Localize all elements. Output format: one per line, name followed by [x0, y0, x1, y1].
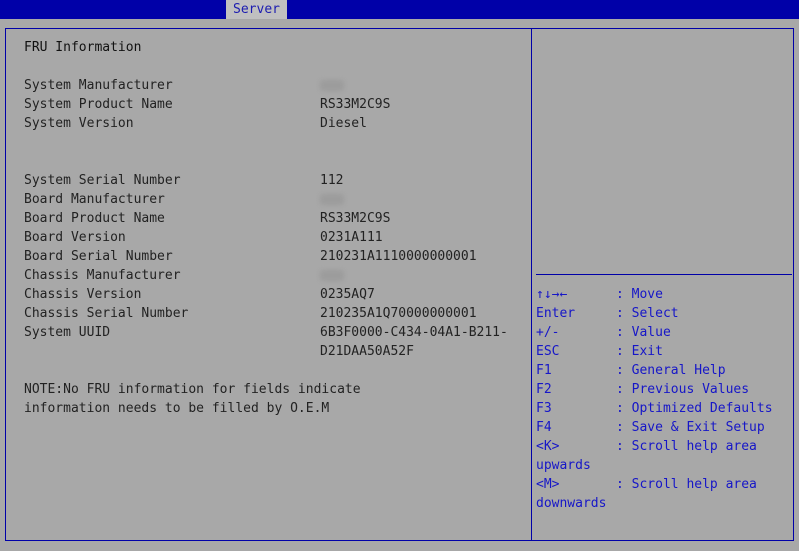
help-key-general-help: F1	[536, 363, 552, 378]
field-value-board-serial-number: 210231A1110000000001	[320, 249, 477, 264]
masked-value	[320, 80, 344, 91]
help-desc-save-exit: : Save & Exit Setup	[616, 420, 765, 435]
note-line-1: NOTE:No FRU information for fields indic…	[24, 382, 361, 397]
field-label-system-serial-number: System Serial Number	[24, 173, 181, 188]
help-key-scroll-down: <M>	[536, 477, 560, 492]
panel-divider	[531, 28, 532, 541]
help-separator	[536, 274, 792, 275]
help-key-optimized-defaults: F3	[536, 401, 552, 416]
masked-value	[320, 194, 344, 205]
help-key-value: +/-	[536, 325, 560, 340]
note-line-2: information needs to be filled by O.E.M	[24, 401, 330, 416]
help-key-select: Enter	[536, 306, 576, 321]
section-title: FRU Information	[24, 40, 142, 55]
field-label-board-product-name: Board Product Name	[24, 211, 165, 226]
help-desc-scroll-down: : Scroll help area	[616, 477, 757, 492]
field-label-board-manufacturer: Board Manufacturer	[24, 192, 165, 207]
field-value-system-product-name: RS33M2C9S	[320, 97, 391, 112]
field-label-system-uuid: System UUID	[24, 325, 111, 340]
field-value-system-serial-number: 112	[320, 173, 344, 188]
help-desc-previous-values: : Previous Values	[616, 382, 750, 397]
help-desc-general-help: : General Help	[616, 363, 726, 378]
help-key-scroll-up: <K>	[536, 439, 560, 454]
field-value-board-product-name: RS33M2C9S	[320, 211, 391, 226]
help-key-move: ↑↓→←	[536, 287, 568, 302]
field-label-board-version: Board Version	[24, 230, 126, 245]
help-key-previous-values: F2	[536, 382, 552, 397]
field-value-system-uuid: 6B3F0000-C434-04A1-B211-	[320, 325, 508, 340]
field-label-system-product-name: System Product Name	[24, 97, 173, 112]
help-desc-scroll-down-cont: downwards	[536, 496, 607, 511]
help-desc-move: : Move	[616, 287, 663, 302]
top-menu-bar: Server	[0, 0, 799, 19]
field-value-chassis-version: 0235AQ7	[320, 287, 375, 302]
help-desc-value: : Value	[616, 325, 671, 340]
bios-screen: FRU Information System Manufacturer Syst…	[0, 19, 799, 551]
field-value-system-version: Diesel	[320, 116, 367, 131]
field-value-chassis-serial-number: 210235A1Q70000000001	[320, 306, 477, 321]
field-value-system-uuid-cont: D21DAA50A52F	[320, 344, 414, 359]
help-desc-scroll-up: : Scroll help area	[616, 439, 757, 454]
field-label-chassis-serial-number: Chassis Serial Number	[24, 306, 189, 321]
field-label-system-version: System Version	[24, 116, 134, 131]
field-value-board-version: 0231A111	[320, 230, 383, 245]
field-label-system-manufacturer: System Manufacturer	[24, 78, 173, 93]
help-desc-scroll-up-cont: upwards	[536, 458, 591, 473]
help-key-exit: ESC	[536, 344, 560, 359]
field-label-chassis-version: Chassis Version	[24, 287, 142, 302]
field-label-board-serial-number: Board Serial Number	[24, 249, 173, 264]
help-desc-optimized-defaults: : Optimized Defaults	[616, 401, 773, 416]
help-desc-select: : Select	[616, 306, 679, 321]
field-label-chassis-manufacturer: Chassis Manufacturer	[24, 268, 181, 283]
tab-server[interactable]: Server	[226, 0, 287, 19]
help-desc-exit: : Exit	[616, 344, 663, 359]
masked-value	[320, 270, 344, 281]
help-key-save-exit: F4	[536, 420, 552, 435]
